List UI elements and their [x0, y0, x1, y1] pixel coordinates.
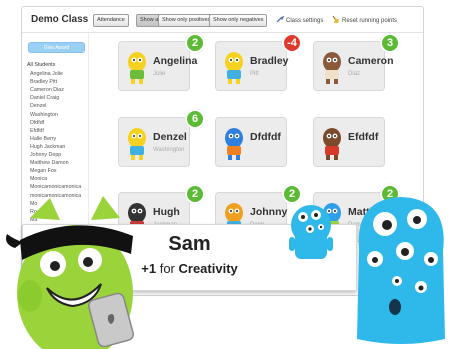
student-list-item[interactable]: Matthew Damon — [22, 159, 89, 167]
points-badge: 2 — [185, 33, 205, 53]
student-last-name: Washington — [153, 147, 185, 153]
student-avatar-icon — [225, 128, 243, 160]
student-list-item[interactable]: Denzel — [22, 102, 89, 110]
student-card[interactable]: Dfdfdf — [215, 117, 287, 167]
wrench-icon — [276, 15, 285, 23]
award-for: for — [159, 261, 175, 276]
student-list-item[interactable]: Bradley Pitt — [22, 78, 89, 86]
student-avatar-icon — [128, 52, 146, 84]
student-list-item[interactable]: Megan Fox — [22, 167, 89, 175]
student-first-name: Angelina — [153, 55, 198, 67]
student-first-name: Efdfdf — [348, 131, 379, 143]
student-list-item[interactable]: Halle Berry — [22, 135, 89, 143]
points-badge: 6 — [185, 109, 205, 129]
student-first-name: Johnny — [250, 206, 288, 218]
give-award-button[interactable]: Give Award — [28, 42, 85, 53]
student-card[interactable]: Bradley Pitt -4 — [215, 33, 302, 91]
points-badge: -4 — [282, 33, 302, 53]
student-first-name: Hugh — [153, 206, 180, 218]
reset-points-label: Reset running points — [342, 18, 398, 24]
student-card[interactable]: Efdfdf — [313, 117, 385, 167]
student-card[interactable]: Angelina Jolie 2 — [118, 33, 205, 91]
student-avatar-icon — [128, 128, 146, 160]
all-students-item[interactable]: All Students — [22, 61, 89, 69]
show-negatives-button[interactable]: Show only negatives — [209, 14, 268, 27]
student-list-item[interactable]: Dfdfdf — [22, 119, 89, 127]
student-list-item[interactable]: Cameron Diaz — [22, 86, 89, 94]
student-avatar-icon — [323, 128, 341, 160]
broom-icon — [332, 15, 340, 23]
student-card[interactable]: Denzel Washington 6 — [118, 109, 205, 167]
student-avatar-icon — [323, 52, 341, 84]
attendance-button[interactable]: Attendance — [93, 14, 129, 27]
student-list-item[interactable]: Efdfdf — [22, 127, 89, 135]
show-positives-button[interactable]: Show only positives — [158, 14, 215, 27]
student-list-item[interactable]: Angelina Jolie — [22, 70, 89, 78]
student-first-name: Cameron — [348, 55, 394, 67]
student-last-name: Diaz — [348, 71, 361, 77]
points-badge: 3 — [380, 33, 400, 53]
student-first-name: Dfdfdf — [250, 131, 281, 143]
student-first-name: Denzel — [153, 131, 187, 143]
class-title: Demo Class — [31, 14, 89, 25]
student-list-item[interactable]: Johnny Depp — [22, 151, 89, 159]
student-last-name: Jolie — [153, 71, 166, 77]
small-blue-monster-illustration — [289, 205, 333, 259]
toolbar: Demo Class Attendance Show all Show only… — [22, 7, 423, 33]
student-avatar-icon — [225, 52, 243, 84]
student-list-item[interactable]: Hugh Jackman — [22, 143, 89, 151]
green-monster-illustration — [6, 196, 134, 349]
student-list-item[interactable]: Daniel Craig — [22, 94, 89, 102]
blue-monster-illustration — [357, 197, 445, 344]
class-settings-link[interactable]: Class settings — [276, 15, 324, 24]
reset-points-link[interactable]: Reset running points — [332, 15, 398, 24]
student-list-item[interactable]: Washington — [22, 111, 89, 119]
points-badge: 2 — [185, 184, 205, 204]
student-card[interactable]: Cameron Diaz 3 — [313, 33, 400, 91]
class-settings-label: Class settings — [286, 18, 324, 24]
student-first-name: Bradley — [250, 55, 289, 67]
award-skill: Creativity — [178, 261, 238, 276]
student-last-name: Pitt — [250, 71, 259, 77]
